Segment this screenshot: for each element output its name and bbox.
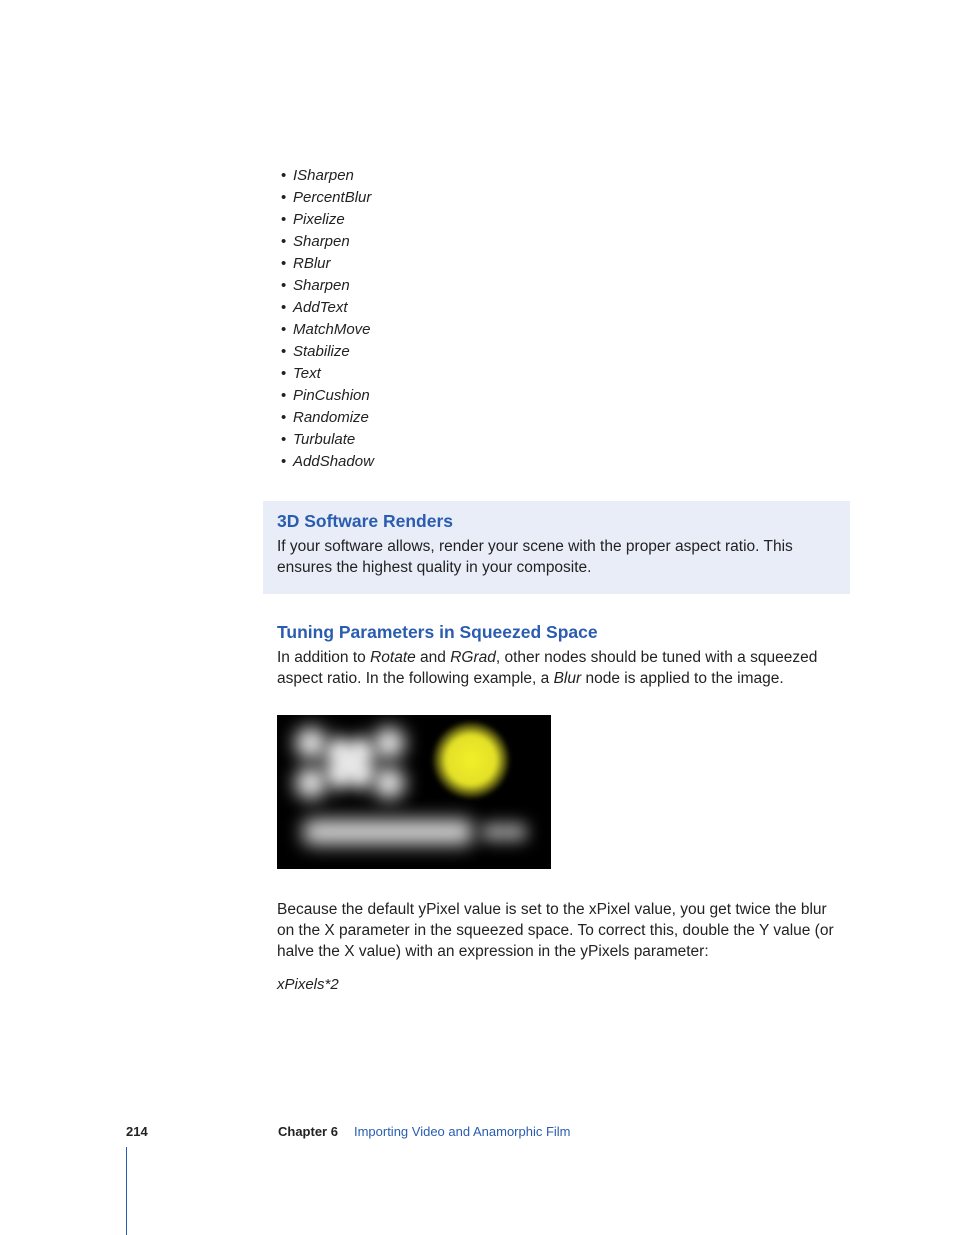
figure-blur-example <box>277 715 551 869</box>
list-item: PercentBlur <box>277 187 844 209</box>
paragraph: If your software allows, render your sce… <box>277 536 836 578</box>
section-tuning-parameters: Tuning Parameters in Squeezed Space In a… <box>277 622 844 993</box>
text-run: node is applied to the image. <box>581 670 784 687</box>
italic-term-blur: Blur <box>554 670 582 687</box>
paragraph: Because the default yPixel value is set … <box>277 899 844 962</box>
italic-term-rgrad: RGrad <box>450 649 496 666</box>
heading-tuning-parameters: Tuning Parameters in Squeezed Space <box>277 622 844 643</box>
list-item: AddShadow <box>277 451 844 473</box>
figure-shape-circle <box>432 721 510 799</box>
list-item: PinCushion <box>277 385 844 407</box>
list-item: Sharpen <box>277 231 844 253</box>
chapter-title: Importing Video and Anamorphic Film <box>354 1124 571 1139</box>
expression-text: xPixels*2 <box>277 976 844 993</box>
chapter-number-label: Chapter 6 <box>278 1124 338 1139</box>
list-item: AddText <box>277 297 844 319</box>
list-item: Randomize <box>277 407 844 429</box>
italic-term-rotate: Rotate <box>370 649 416 666</box>
text-run: and <box>416 649 450 666</box>
figure-caption-blur <box>303 819 531 851</box>
list-item: Stabilize <box>277 341 844 363</box>
callout-box-3d-renders: 3D Software Renders If your software all… <box>263 501 850 594</box>
list-item: Text <box>277 363 844 385</box>
heading-3d-renders: 3D Software Renders <box>277 511 836 532</box>
figure-shape-x <box>295 727 405 799</box>
bullet-list: ISharpen PercentBlur Pixelize Sharpen RB… <box>277 165 844 473</box>
list-item: Sharpen <box>277 275 844 297</box>
list-item: Turbulate <box>277 429 844 451</box>
list-item: RBlur <box>277 253 844 275</box>
list-item: Pixelize <box>277 209 844 231</box>
page: ISharpen PercentBlur Pixelize Sharpen RB… <box>0 0 954 1235</box>
list-item: ISharpen <box>277 165 844 187</box>
text-run: In addition to <box>277 649 370 666</box>
page-number: 214 <box>126 1124 278 1139</box>
paragraph: In addition to Rotate and RGrad, other n… <box>277 647 844 689</box>
margin-rule <box>126 1147 127 1235</box>
page-footer: 214 Chapter 6 Importing Video and Anamor… <box>0 1124 954 1139</box>
list-item: MatchMove <box>277 319 844 341</box>
